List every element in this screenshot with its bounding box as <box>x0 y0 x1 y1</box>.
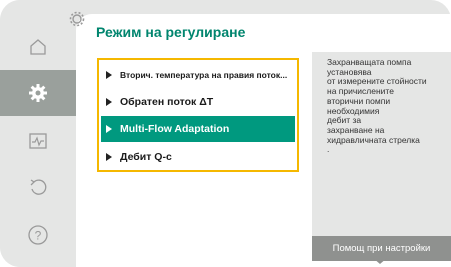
page-title: Режим на регулиране <box>96 24 246 40</box>
sidebar-item-undo[interactable] <box>0 164 76 210</box>
sidebar-item-settings[interactable] <box>0 70 76 116</box>
chevron-right-icon <box>106 125 112 133</box>
svg-text:?: ? <box>35 229 42 243</box>
list-item-selected[interactable]: Multi-Flow Adaptation <box>101 116 295 142</box>
sidebar: ? <box>0 0 76 267</box>
list-item[interactable]: Вторич. температура на правия поток... <box>101 62 295 88</box>
list-item-label: Multi-Flow Adaptation <box>120 123 230 135</box>
gear-icon <box>29 84 47 102</box>
list-item[interactable]: Дебит Q-c <box>101 144 295 170</box>
list-item-label: Обратен поток ΔT <box>120 96 214 108</box>
help-icon: ? <box>28 225 48 245</box>
list-item-label: Вторич. температура на правия поток... <box>120 70 288 80</box>
undo-icon <box>30 179 47 195</box>
chevron-right-icon <box>106 153 112 161</box>
chevron-right-icon <box>106 98 112 106</box>
help-button-pointer <box>373 258 387 264</box>
chevron-right-icon <box>106 71 112 79</box>
diagnostics-icon <box>29 133 47 149</box>
sidebar-item-diagnostics[interactable] <box>0 118 76 164</box>
gear-icon <box>69 11 85 27</box>
list-item-label: Дебит Q-c <box>120 151 172 163</box>
control-mode-list: Вторич. температура на правия поток... О… <box>97 58 299 172</box>
help-text: Захранващата помпа установява от измерен… <box>327 57 427 155</box>
sidebar-item-help[interactable]: ? <box>0 212 76 258</box>
list-item[interactable]: Обратен поток ΔT <box>101 89 295 115</box>
home-icon <box>30 39 46 55</box>
sidebar-item-home[interactable] <box>0 24 76 70</box>
